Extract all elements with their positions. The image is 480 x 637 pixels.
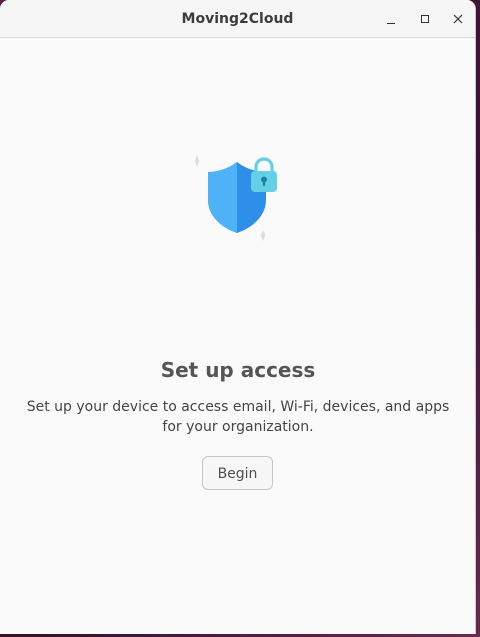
maximize-icon — [421, 15, 429, 23]
title-bar[interactable]: Moving2Cloud — [0, 0, 475, 38]
app-window: Moving2Cloud Set up access Set up your d… — [0, 0, 476, 634]
page-heading: Set up access — [160, 358, 316, 382]
padlock-shackle-icon — [254, 157, 274, 173]
minimize-icon — [387, 22, 395, 24]
page-description: Set up your device to access email, Wi-F… — [26, 399, 450, 435]
maximize-button[interactable] — [411, 5, 439, 33]
minimize-button[interactable] — [377, 5, 405, 33]
close-button[interactable] — [444, 5, 472, 33]
sparkle-icon — [260, 230, 266, 241]
close-icon — [453, 14, 463, 24]
shield-lock-icon — [195, 155, 277, 241]
begin-button[interactable]: Begin — [202, 456, 273, 490]
sparkle-icon — [195, 155, 199, 167]
